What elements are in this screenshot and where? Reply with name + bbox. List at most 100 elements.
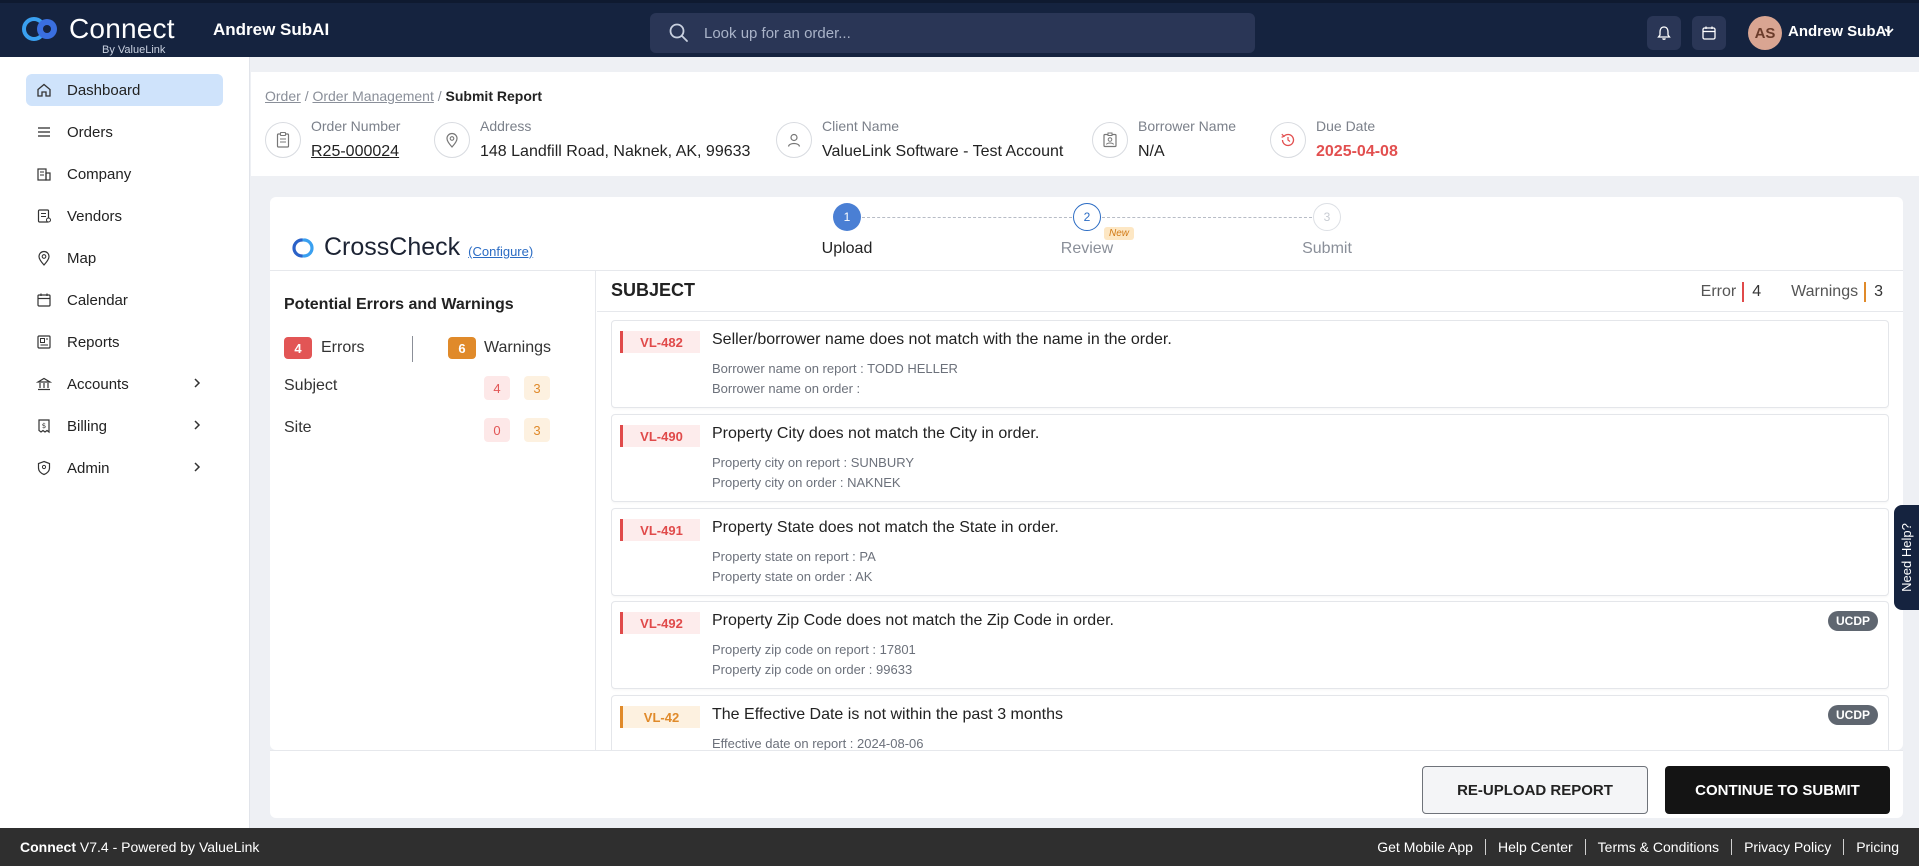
configure-link[interactable]: (Configure) (468, 244, 533, 259)
sidebar-item-calendar[interactable]: Calendar (26, 284, 223, 316)
issue-detail: Property city on order : NAKNEK (712, 475, 901, 490)
user-icon (776, 122, 812, 158)
summary-row-subject[interactable]: Subject (284, 377, 337, 395)
bell-icon (1657, 26, 1671, 40)
avatar[interactable]: AS (1748, 16, 1782, 50)
footer-link-pricing[interactable]: Pricing (1843, 839, 1899, 855)
crosscheck-icon (292, 237, 314, 258)
step-1-indicator: 1 (833, 203, 861, 231)
sidebar-item-billing[interactable]: $ Billing (26, 410, 223, 442)
footer-brand: Connect (20, 839, 76, 855)
issue-card[interactable]: VL-42 The Effective Date is not within t… (611, 695, 1889, 750)
order-search[interactable] (650, 13, 1255, 53)
sidebar-item-map[interactable]: Map (26, 242, 223, 274)
client-name-label: Client Name (822, 118, 900, 134)
issue-code: VL-42 (620, 706, 700, 728)
issue-card[interactable]: VL-491 Property State does not match the… (611, 508, 1889, 596)
issue-code: VL-491 (620, 519, 700, 541)
clock-history-icon (1270, 122, 1306, 158)
warnings-count-badge[interactable]: 6 (448, 337, 476, 359)
reupload-report-button[interactable]: RE-UPLOAD REPORT (1422, 766, 1648, 814)
summary-separator (412, 336, 413, 362)
issues-list[interactable]: VL-482 Seller/borrower name does not mat… (611, 320, 1889, 750)
section-counts: Error 4 Warnings 3 (1701, 282, 1883, 302)
section-warning-label: Warnings (1791, 283, 1859, 300)
errors-count-badge[interactable]: 4 (284, 337, 312, 359)
workspace-user-name: Andrew SubAI (213, 20, 330, 39)
issue-message: Property Zip Code does not match the Zip… (712, 612, 1114, 629)
notifications-button[interactable] (1647, 16, 1681, 50)
sidebar-item-reports[interactable]: Reports (26, 326, 223, 358)
order-info-band: Order / Order Management / Submit Report… (251, 72, 1919, 176)
step-2-indicator[interactable]: 2 (1073, 203, 1101, 231)
summary-row-site[interactable]: Site (284, 419, 312, 437)
need-help-tab[interactable]: Need Help? (1894, 505, 1919, 610)
client-name-value: ValueLink Software - Test Account (822, 143, 1064, 160)
due-date-label: Due Date (1316, 118, 1376, 134)
sidebar-item-label: Orders (67, 123, 113, 141)
footer-link-help-center[interactable]: Help Center (1484, 839, 1585, 855)
footer-link-terms[interactable]: Terms & Conditions (1584, 839, 1731, 855)
issue-detail: Borrower name on report : TODD HELLER (712, 361, 958, 376)
errors-label[interactable]: Errors (321, 339, 365, 357)
id-badge-icon (1092, 122, 1128, 158)
section-error-label: Error (1700, 283, 1737, 300)
issue-card[interactable]: VL-482 Seller/borrower name does not mat… (611, 320, 1889, 408)
report-icon (35, 333, 53, 351)
issues-panel: SUBJECT Error 4 Warnings 3 VL-482 Seller… (597, 270, 1903, 750)
subject-errors-count[interactable]: 4 (484, 376, 510, 400)
chevron-right-icon (194, 462, 201, 472)
breadcrumb-current: Submit Report (445, 88, 542, 104)
step-review-label[interactable]: Review (1027, 240, 1147, 258)
need-help-label: Need Help? (1899, 523, 1914, 592)
issue-card[interactable]: VL-492 Property Zip Code does not match … (611, 601, 1889, 689)
step-submit-label: Submit (1302, 240, 1352, 257)
vendor-icon (35, 207, 53, 225)
sidebar-item-company[interactable]: Company (26, 158, 223, 190)
site-errors-count[interactable]: 0 (484, 418, 510, 442)
chevron-down-icon[interactable] (1883, 25, 1895, 37)
sidebar-item-label: Billing (67, 417, 108, 435)
order-number-label: Order Number (311, 118, 401, 134)
order-number-link[interactable]: R25-000024 (311, 143, 399, 161)
continue-to-submit-button[interactable]: CONTINUE TO SUBMIT (1665, 766, 1890, 814)
breadcrumb-separator: / (304, 88, 309, 104)
user-name[interactable]: Andrew SubAI (1788, 23, 1891, 40)
sidebar-item-orders[interactable]: Orders (26, 116, 223, 148)
warnings-label[interactable]: Warnings (484, 339, 551, 357)
footer-version: Connect V7.4 - Powered by ValueLink (20, 839, 259, 855)
footer-link-privacy[interactable]: Privacy Policy (1731, 839, 1843, 855)
sidebar-item-vendors[interactable]: Vendors (26, 200, 223, 232)
section-error-count: 4 (1752, 283, 1762, 300)
issue-code: VL-492 (620, 612, 700, 634)
warning-bar (1864, 282, 1867, 302)
search-input[interactable] (704, 24, 1204, 42)
footer-link-mobile-app[interactable]: Get Mobile App (1365, 839, 1485, 855)
list-icon (35, 123, 53, 141)
brand-name: Connect (69, 13, 175, 44)
connect-logo[interactable]: Connect By ValueLink (22, 9, 182, 57)
breadcrumb-order-management[interactable]: Order Management (312, 88, 433, 104)
due-date-value: 2025-04-08 (1316, 143, 1398, 160)
sidebar-item-dashboard[interactable]: Dashboard (26, 74, 223, 106)
action-bar: RE-UPLOAD REPORT CONTINUE TO SUBMIT (270, 750, 1903, 818)
sidebar-item-label: Dashboard (67, 81, 141, 99)
issue-card[interactable]: VL-490 Property City does not match the … (611, 414, 1889, 502)
sidebar-item-label: Calendar (67, 291, 128, 309)
sidebar-item-label: Admin (67, 459, 110, 477)
footer-version-text: V7.4 - Powered by ValueLink (76, 839, 260, 855)
borrower-name-value: N/A (1138, 143, 1165, 160)
issue-detail: Borrower name on order : (712, 381, 861, 396)
step-connector (862, 217, 1072, 218)
sidebar-item-accounts[interactable]: Accounts (26, 368, 223, 400)
breadcrumb-order[interactable]: Order (265, 88, 301, 104)
section-header: SUBJECT Error 4 Warnings 3 (597, 270, 1903, 312)
building-icon (35, 165, 53, 183)
section-warning-count: 3 (1874, 283, 1883, 300)
subject-warnings-count[interactable]: 3 (524, 376, 550, 400)
sidebar-item-admin[interactable]: Admin (26, 452, 223, 484)
new-badge: New (1104, 227, 1135, 240)
calendar-button[interactable] (1692, 16, 1726, 50)
clipboard-icon (265, 122, 301, 158)
site-warnings-count[interactable]: 3 (524, 418, 550, 442)
